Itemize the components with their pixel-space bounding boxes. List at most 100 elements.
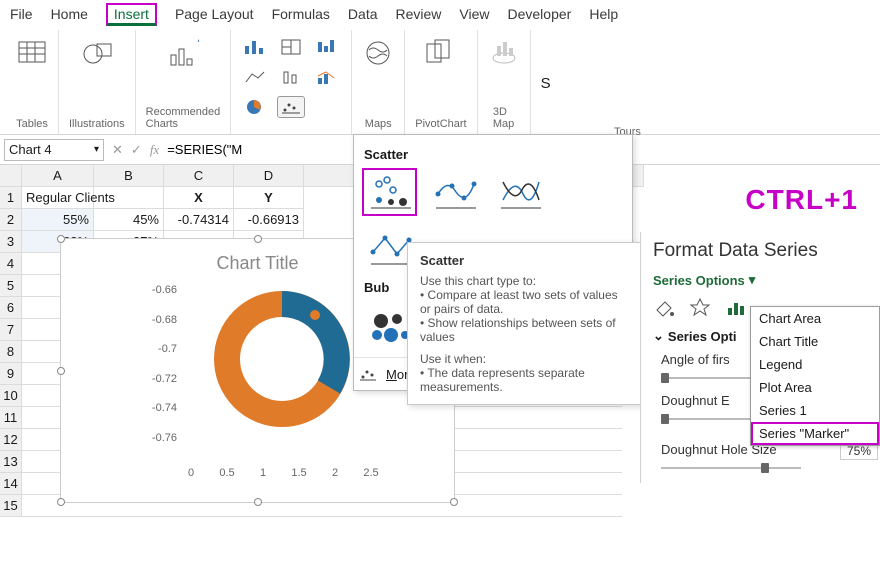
row-header-2[interactable]: 2 [0,209,22,231]
tab-file[interactable]: File [10,6,33,22]
tooltip-line: Use it when: [420,352,629,366]
tab-formulas[interactable]: Formulas [272,6,330,22]
svg-text:?: ? [197,37,199,55]
row-header-4[interactable]: 4 [0,253,22,275]
illustrations-button[interactable] [81,34,113,72]
row-header-1[interactable]: 1 [0,187,22,209]
group-addins: S [531,30,561,134]
row-header-15[interactable]: 15 [0,495,22,517]
tab-developer[interactable]: Developer [508,6,572,22]
shapes-icon [81,34,113,72]
cell-A1[interactable]: Regular Clients [22,187,94,209]
list-item-chart-area[interactable]: Chart Area [751,307,879,330]
table-icon [16,34,48,72]
x-axis-labels: 0 0.5 1 1.5 2 2.5 [181,467,381,479]
tab-help[interactable]: Help [589,6,618,22]
pivotchart-button[interactable] [425,34,457,72]
cell-B1[interactable] [94,187,164,209]
line-chart-icon[interactable] [241,66,269,88]
enter-icon[interactable]: ✓ [131,142,142,158]
cell-A2[interactable]: 55% [22,209,94,231]
tab-view[interactable]: View [459,6,489,22]
resize-handle[interactable] [57,235,65,243]
pivotchart-icon [425,34,457,72]
plot-area[interactable]: -0.66 -0.68 -0.7 -0.72 -0.74 -0.76 0 0.5… [181,284,381,479]
scatter-type-smooth[interactable] [492,168,547,216]
tab-review[interactable]: Review [396,6,442,22]
resize-handle[interactable] [57,367,65,375]
name-box[interactable]: Chart 4 ▾ [4,139,104,161]
doughnut-chart [207,284,357,434]
effects-icon[interactable] [689,296,711,318]
row-header-10[interactable]: 10 [0,385,22,407]
col-header-A[interactable]: A [22,165,94,187]
cancel-icon[interactable]: ✕ [112,142,123,158]
col-header-B[interactable]: B [94,165,164,187]
pie-chart-icon[interactable] [241,96,269,118]
tab-data[interactable]: Data [348,6,378,22]
resize-handle[interactable] [254,498,262,506]
resize-handle[interactable] [450,498,458,506]
resize-handle[interactable] [254,235,262,243]
tab-insert[interactable]: Insert [106,3,157,26]
row-header-5[interactable]: 5 [0,275,22,297]
row-header-12[interactable]: 12 [0,429,22,451]
scatter-type-scatter[interactable] [362,168,417,216]
list-item-chart-title[interactable]: Chart Title [751,330,879,353]
fill-icon[interactable] [653,296,675,318]
column-chart-icon[interactable] [241,36,269,58]
scatter-section-title: Scatter [364,147,622,162]
y-axis-labels: -0.66 -0.68 -0.7 -0.72 -0.74 -0.76 [143,284,177,444]
row-header-9[interactable]: 9 [0,363,22,385]
tables-button[interactable] [16,34,48,72]
col-header-D[interactable]: D [234,165,304,187]
cell-C2[interactable]: -0.74314 [164,209,234,231]
row-header-11[interactable]: 11 [0,407,22,429]
chevron-down-icon[interactable]: ▾ [94,144,99,155]
hierarchy-chart-icon[interactable] [277,36,305,58]
row-header-8[interactable]: 8 [0,341,22,363]
series-options-dropdown[interactable]: Series Options ▾ [653,272,878,288]
list-item-series1[interactable]: Series 1 [751,399,879,422]
chart-question-icon: ? [167,34,199,72]
group-label-pivotchart: PivotChart [415,118,466,132]
tab-page-layout[interactable]: Page Layout [175,6,254,22]
chevron-down-icon: ▾ [749,272,756,288]
list-item-plot-area[interactable]: Plot Area [751,376,879,399]
maps-button[interactable] [362,34,394,72]
group-pivotchart: PivotChart [405,30,477,134]
waterfall-chart-icon[interactable] [313,36,341,58]
cell-D2[interactable]: -0.66913 [234,209,304,231]
row-header-14[interactable]: 14 [0,473,22,495]
scatter-type-smooth-markers[interactable] [427,168,482,216]
row-header-13[interactable]: 13 [0,451,22,473]
chart-type-tooltip: Scatter Use this chart type to: • Compar… [407,242,642,405]
resize-handle[interactable] [57,498,65,506]
series-options-icon[interactable] [725,296,747,318]
recommended-charts-button[interactable]: ? [167,34,199,72]
row-header-6[interactable]: 6 [0,297,22,319]
scatter-chart-dropdown[interactable] [277,96,305,118]
col-header-C[interactable]: C [164,165,234,187]
select-all-corner[interactable] [0,165,22,187]
statistic-chart-icon[interactable] [277,66,305,88]
list-item-series-marker[interactable]: Series "Marker" [751,422,879,445]
list-item-legend[interactable]: Legend [751,353,879,376]
combo-chart-icon[interactable] [313,66,341,88]
cell-B2[interactable]: 45% [94,209,164,231]
group-label-3dmap: 3D Map [493,106,514,132]
cell-D1[interactable]: Y [234,187,304,209]
ribbon-body: Tables Illustrations ? Recommended Chart… [0,30,880,135]
map3d-button[interactable] [488,34,520,72]
group-maps: Maps [352,30,405,134]
tooltip-line: • Show relationships between sets of val… [420,316,629,344]
tab-home[interactable]: Home [51,6,88,22]
cell-C1[interactable]: X [164,187,234,209]
hole-size-slider[interactable] [661,461,801,475]
addins-letter[interactable]: S [541,75,551,92]
series-options-list: Chart Area Chart Title Legend Plot Area … [750,306,880,446]
row-header-7[interactable]: 7 [0,319,22,341]
row-header-3[interactable]: 3 [0,231,22,253]
fx-icon[interactable]: fx [150,142,159,158]
tooltip-line: • The data represents separate measureme… [420,366,629,394]
